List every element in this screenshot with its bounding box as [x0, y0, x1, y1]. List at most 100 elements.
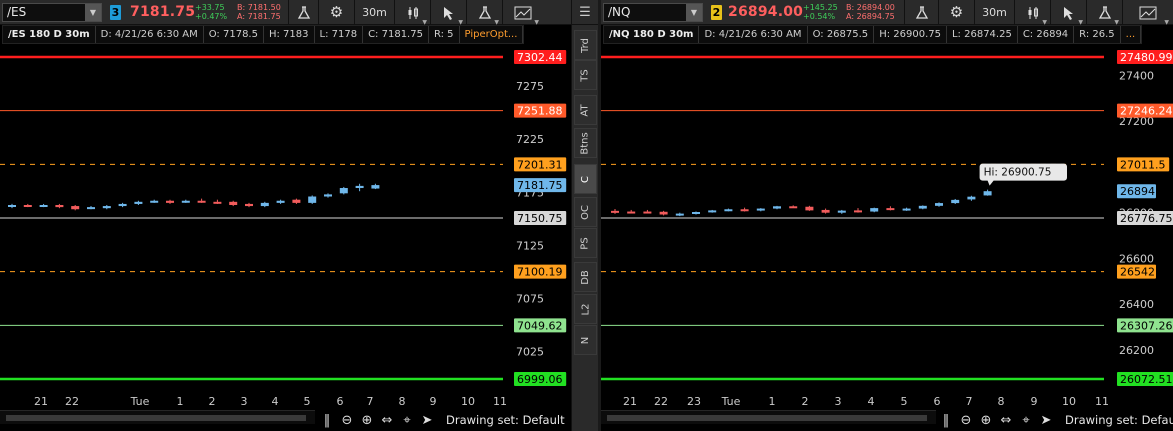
side-tab-db[interactable]: DB	[574, 262, 597, 292]
zoom-out-icon[interactable]: ⊖	[957, 413, 975, 428]
candle-body[interactable]	[23, 204, 32, 207]
crosshair-icon[interactable]: ⌖	[398, 413, 416, 428]
side-tab-ts[interactable]: TS	[574, 60, 597, 90]
timeframe-button[interactable]: 30m	[354, 0, 394, 25]
candle-body[interactable]	[659, 211, 668, 215]
candle-body[interactable]	[918, 205, 927, 209]
side-tab-c[interactable]: C	[574, 164, 597, 194]
settings-button[interactable]: ⚙	[938, 0, 974, 25]
drawings-button[interactable]: ▼	[502, 0, 542, 26]
flask-button-2[interactable]: ▼	[466, 0, 502, 26]
candle-body[interactable]	[821, 209, 830, 213]
candle-body[interactable]	[805, 206, 814, 211]
candle-body[interactable]	[150, 200, 159, 203]
candle-body[interactable]	[276, 200, 285, 203]
side-tab-ps[interactable]: PS	[574, 228, 597, 258]
candle-body[interactable]	[245, 203, 253, 207]
expand-horizontal-icon[interactable]: ⇔	[997, 413, 1015, 428]
candle-body[interactable]	[166, 200, 174, 203]
candle-body[interactable]	[308, 196, 317, 203]
candle-body[interactable]	[102, 206, 111, 209]
chart-scrollbar[interactable]	[0, 410, 315, 424]
candle-body[interactable]	[292, 199, 301, 203]
style-button[interactable]: ▼	[394, 0, 430, 26]
chart-scrollbar[interactable]	[601, 410, 936, 424]
cursor-button[interactable]: ▼	[430, 0, 466, 26]
candle-body[interactable]	[339, 188, 348, 194]
studies-flask-button[interactable]	[288, 0, 318, 25]
candle-body[interactable]	[213, 201, 222, 204]
side-tab-at[interactable]: AT	[574, 95, 597, 125]
candle-body[interactable]	[611, 210, 619, 213]
candle-body[interactable]	[902, 208, 911, 211]
symbol-selector[interactable]: /ES ▼	[2, 3, 102, 22]
candle-body[interactable]	[983, 191, 992, 196]
link-group-badge[interactable]: 3	[110, 5, 121, 20]
candle-body[interactable]	[837, 210, 846, 213]
candle-body[interactable]	[773, 206, 781, 209]
chevron-down-icon[interactable]: ▼	[85, 4, 101, 21]
candle-body[interactable]	[870, 208, 879, 212]
style-button[interactable]: ▼	[1014, 0, 1050, 26]
studies-flask-button[interactable]	[904, 0, 938, 25]
candle-body[interactable]	[324, 194, 332, 197]
timeframe-button[interactable]: 30m	[974, 0, 1014, 25]
side-tab-l2[interactable]: L2	[574, 294, 597, 324]
candle-body[interactable]	[197, 200, 206, 203]
drawings-button[interactable]: ▼	[1122, 0, 1172, 26]
scroll-thumb[interactable]	[607, 415, 927, 421]
candle-body[interactable]	[371, 185, 380, 189]
pointer-icon[interactable]: ➤	[1037, 413, 1055, 428]
candle-body[interactable]	[355, 185, 364, 189]
scroll-handle-icon[interactable]: ‖	[937, 413, 955, 428]
scroll-thumb[interactable]	[6, 415, 306, 421]
crosshair-icon[interactable]: ⌖	[1017, 413, 1035, 428]
pointer-icon[interactable]: ➤	[418, 413, 436, 428]
candle-body[interactable]	[55, 204, 64, 208]
side-tab-btns[interactable]: Btns	[574, 128, 597, 158]
candle-body[interactable]	[229, 201, 238, 205]
symbol-selector[interactable]: /NQ ▼	[603, 3, 703, 22]
price-chart[interactable]: 2740027200270002680026600264002620027480…	[601, 45, 1173, 391]
menu-icon[interactable]: ☰	[572, 0, 598, 25]
drawing-set-label[interactable]: Drawing set: Default	[446, 413, 565, 427]
candle-body[interactable]	[643, 211, 652, 214]
zoom-out-icon[interactable]: ⊖	[338, 413, 356, 428]
drawing-set-label[interactable]: Drawing set: Default	[1065, 413, 1173, 427]
candle-body[interactable]	[967, 196, 976, 200]
candle-body[interactable]	[708, 210, 717, 213]
study-name[interactable]: PiperOpt...	[460, 26, 524, 43]
candle-body[interactable]	[71, 206, 80, 210]
candle-body[interactable]	[951, 199, 960, 204]
candle-body[interactable]	[756, 208, 765, 211]
expand-horizontal-icon[interactable]: ⇔	[378, 413, 396, 428]
candle-body[interactable]	[181, 200, 190, 203]
candle-body[interactable]	[692, 211, 700, 214]
side-tab-trd[interactable]: Trd	[574, 30, 597, 60]
candle-body[interactable]	[627, 211, 636, 214]
candle-body[interactable]	[39, 204, 48, 207]
link-group-badge[interactable]: 2	[711, 5, 722, 20]
candle-body[interactable]	[675, 213, 684, 216]
candle-body[interactable]	[740, 209, 749, 212]
settings-button[interactable]: ⚙	[318, 0, 354, 25]
candle-body[interactable]	[134, 201, 143, 204]
price-chart[interactable]: 7300727572507225720071757150712571007075…	[0, 45, 571, 391]
candle-body[interactable]	[789, 206, 798, 209]
candle-body[interactable]	[87, 207, 95, 210]
candle-body[interactable]	[260, 202, 269, 207]
study-more[interactable]: ...	[1121, 26, 1142, 43]
candle-body[interactable]	[854, 210, 862, 213]
candle-body[interactable]	[886, 208, 895, 211]
chevron-down-icon[interactable]: ▼	[686, 4, 702, 21]
flask-button-2[interactable]: ▼	[1086, 0, 1122, 26]
candle-body[interactable]	[8, 204, 16, 207]
candle-body[interactable]	[118, 203, 127, 207]
side-tab-oc[interactable]: OC	[574, 197, 597, 227]
candle-body[interactable]	[724, 209, 733, 212]
candle-body[interactable]	[935, 203, 943, 206]
cursor-button[interactable]: ▼	[1050, 0, 1086, 26]
side-tab-n[interactable]: N	[574, 325, 597, 355]
scroll-handle-icon[interactable]: ‖	[318, 413, 336, 428]
zoom-in-icon[interactable]: ⊕	[358, 413, 376, 428]
